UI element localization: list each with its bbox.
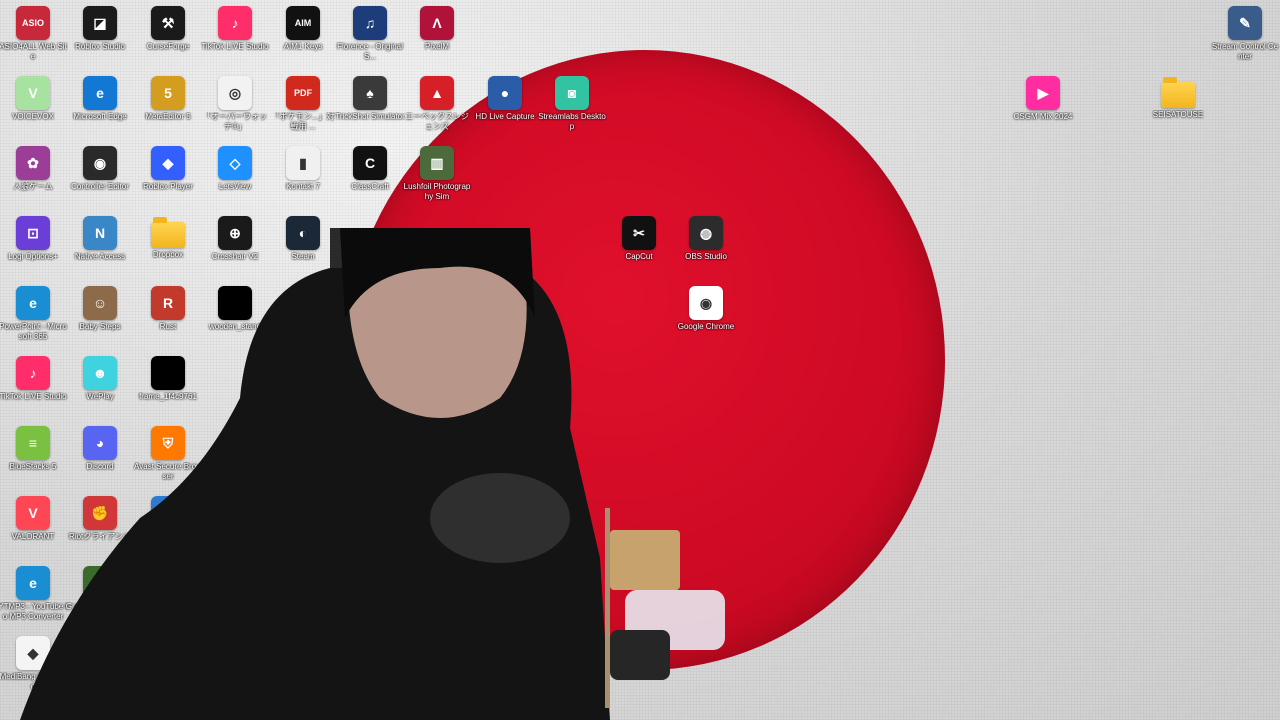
shortcut-label: PixelM <box>424 42 449 51</box>
shortcut-label: CSGM Mix 2024 <box>1013 112 1073 121</box>
shortcut-label: CapCut <box>625 252 653 261</box>
desktop-shortcut[interactable]: ♪ TikTok LIVE Studio <box>201 6 269 52</box>
roblox-studio-icon: ◪ <box>83 6 117 40</box>
controller-icon: ◉ <box>83 146 117 180</box>
lushfoil-icon: ▥ <box>420 146 454 180</box>
desktop-shortcut[interactable]: ✿ 人狼ゲーム <box>0 146 66 192</box>
classcraft-icon: C <box>353 146 387 180</box>
letsview-icon: ◇ <box>218 146 252 180</box>
pixel-icon: Λ <box>420 6 454 40</box>
desktop-shortcut[interactable]: ◉ Google Chrome <box>673 286 739 332</box>
chrome-icon: ◉ <box>689 286 723 320</box>
shortcut-label: OBS Studio <box>685 252 727 261</box>
desktop-shortcut[interactable]: ◇ LetsView <box>202 146 268 192</box>
desktop-shortcut[interactable]: ▥ Lushfoil Photography Sim <box>404 146 470 202</box>
trickshot-icon: ♠ <box>353 76 387 110</box>
shortcut-label: ClassCraft <box>351 182 389 191</box>
tiktok-icon: ♪ <box>218 6 252 40</box>
metaeditor-icon: 5 <box>151 76 185 110</box>
pdf-icon: PDF <box>286 76 320 110</box>
edge-icon: e <box>83 76 117 110</box>
desktop-shortcut[interactable]: ▲ エーペックスレジェンズ <box>404 76 470 132</box>
overwatch-icon: ◎ <box>218 76 252 110</box>
shortcut-label: HD Live Capture <box>475 112 535 121</box>
desktop-shortcut[interactable]: ◙ Streamlabs Desktop <box>538 76 606 132</box>
capture-icon: ● <box>488 76 522 110</box>
desktop-shortcut[interactable]: ▮ Kontakt 7 <box>270 146 336 192</box>
desktop-shortcut[interactable]: AIM AIM1 Keys <box>270 6 336 52</box>
asio-icon: ASIO <box>16 6 50 40</box>
shortcut-label: 人狼ゲーム <box>13 182 53 191</box>
capcut-icon: ✂ <box>622 216 656 250</box>
shortcut-label: Florence - Original S... <box>337 42 403 61</box>
shortcut-label: Roblox Studio <box>75 42 125 51</box>
desktop-shortcut[interactable]: e Microsoft Edge <box>67 76 133 122</box>
voicevox-icon: V <box>16 76 50 110</box>
shortcut-label: Stream Control Center <box>1211 42 1279 61</box>
desktop-shortcut[interactable]: V VOICEVOX <box>0 76 66 122</box>
desktop-shortcut[interactable]: ◆ Roblox Player <box>135 146 201 192</box>
shortcut-label: TikTok LIVE Studio <box>201 42 269 51</box>
desktop-shortcut[interactable]: ✎ Stream Control Center <box>1212 6 1278 62</box>
desk-clutter <box>600 500 730 690</box>
desktop-shortcut[interactable]: ♠ TrickShot Simulator <box>335 76 405 122</box>
folder-icon <box>1161 77 1195 108</box>
desktop-shortcut[interactable]: ◍ OBS Studio <box>673 216 739 262</box>
shortcut-label: Kontakt 7 <box>286 182 320 191</box>
desktop-shortcut[interactable]: ● HD Live Capture <box>472 76 538 122</box>
aim-keys-icon: AIM <box>286 6 320 40</box>
shortcut-label: TrickShot Simulator <box>335 112 405 121</box>
control-center-icon: ✎ <box>1228 6 1262 40</box>
desktop-shortcut[interactable]: PDF 「ポケモン...」対戦用 ... <box>270 76 336 132</box>
desktop-shortcut[interactable]: ▶ CSGM Mix 2024 <box>1010 76 1076 122</box>
curseforge-icon: ⚒ <box>151 6 185 40</box>
shortcut-label: AIM1 Keys <box>283 42 323 51</box>
music-icon: ♫ <box>353 6 387 40</box>
desktop-shortcut[interactable]: ♫ Florence - Original S... <box>337 6 403 62</box>
desktop-shortcut[interactable]: SEISATOUSE <box>1145 76 1211 120</box>
shortcut-label: Lushfoil Photography Sim <box>403 182 471 201</box>
shortcut-label: MetaEditor 5 <box>145 112 191 121</box>
shortcut-label: エーペックスレジェンズ <box>405 112 469 131</box>
desktop-shortcut[interactable]: ◪ Roblox Studio <box>67 6 133 52</box>
desktop-shortcut[interactable]: ⚒ CurseForge <box>135 6 201 52</box>
werewolf-icon: ✿ <box>16 146 50 180</box>
mix-icon: ▶ <box>1026 76 1060 110</box>
shortcut-label: Roblox Player <box>143 182 193 191</box>
headset <box>430 473 570 563</box>
streamlabs-icon: ◙ <box>555 76 589 110</box>
desktop-shortcut[interactable]: 5 MetaEditor 5 <box>135 76 201 122</box>
cardboard-box <box>610 530 680 590</box>
desktop-shortcut[interactable]: ✂ CapCut <box>606 216 672 262</box>
roblox-player-icon: ◆ <box>151 146 185 180</box>
apex-icon: ▲ <box>420 76 454 110</box>
controller <box>610 630 670 680</box>
shortcut-label: SEISATOUSE <box>1152 110 1204 119</box>
shortcut-label: ASIO4ALL Web Site <box>0 42 67 61</box>
shortcut-label: Streamlabs Desktop <box>538 112 606 131</box>
kontakt-icon: ▮ <box>286 146 320 180</box>
desktop-shortcut[interactable]: Λ PixelM <box>404 6 470 52</box>
shortcut-label: 「オーバーウォッチ®」 <box>203 112 267 131</box>
shortcut-label: 「ポケモン...」対戦用 ... <box>271 112 335 131</box>
desktop-shortcut[interactable]: ASIO ASIO4ALL Web Site <box>0 6 67 62</box>
desktop-shortcut[interactable]: ◎ 「オーバーウォッチ®」 <box>202 76 268 132</box>
webcam-overlay <box>0 228 610 720</box>
desktop-shortcut[interactable]: ◉ Controller Editor <box>67 146 133 192</box>
shortcut-label: CurseForge <box>146 42 190 51</box>
shortcut-label: LetsView <box>218 182 252 191</box>
shortcut-label: Controller Editor <box>71 182 129 191</box>
shortcut-label: Google Chrome <box>677 322 735 331</box>
shortcut-label: Microsoft Edge <box>73 112 127 121</box>
obs-icon: ◍ <box>689 216 723 250</box>
shortcut-label: VOICEVOX <box>12 112 54 121</box>
desktop-shortcut[interactable]: C ClassCraft <box>337 146 403 192</box>
